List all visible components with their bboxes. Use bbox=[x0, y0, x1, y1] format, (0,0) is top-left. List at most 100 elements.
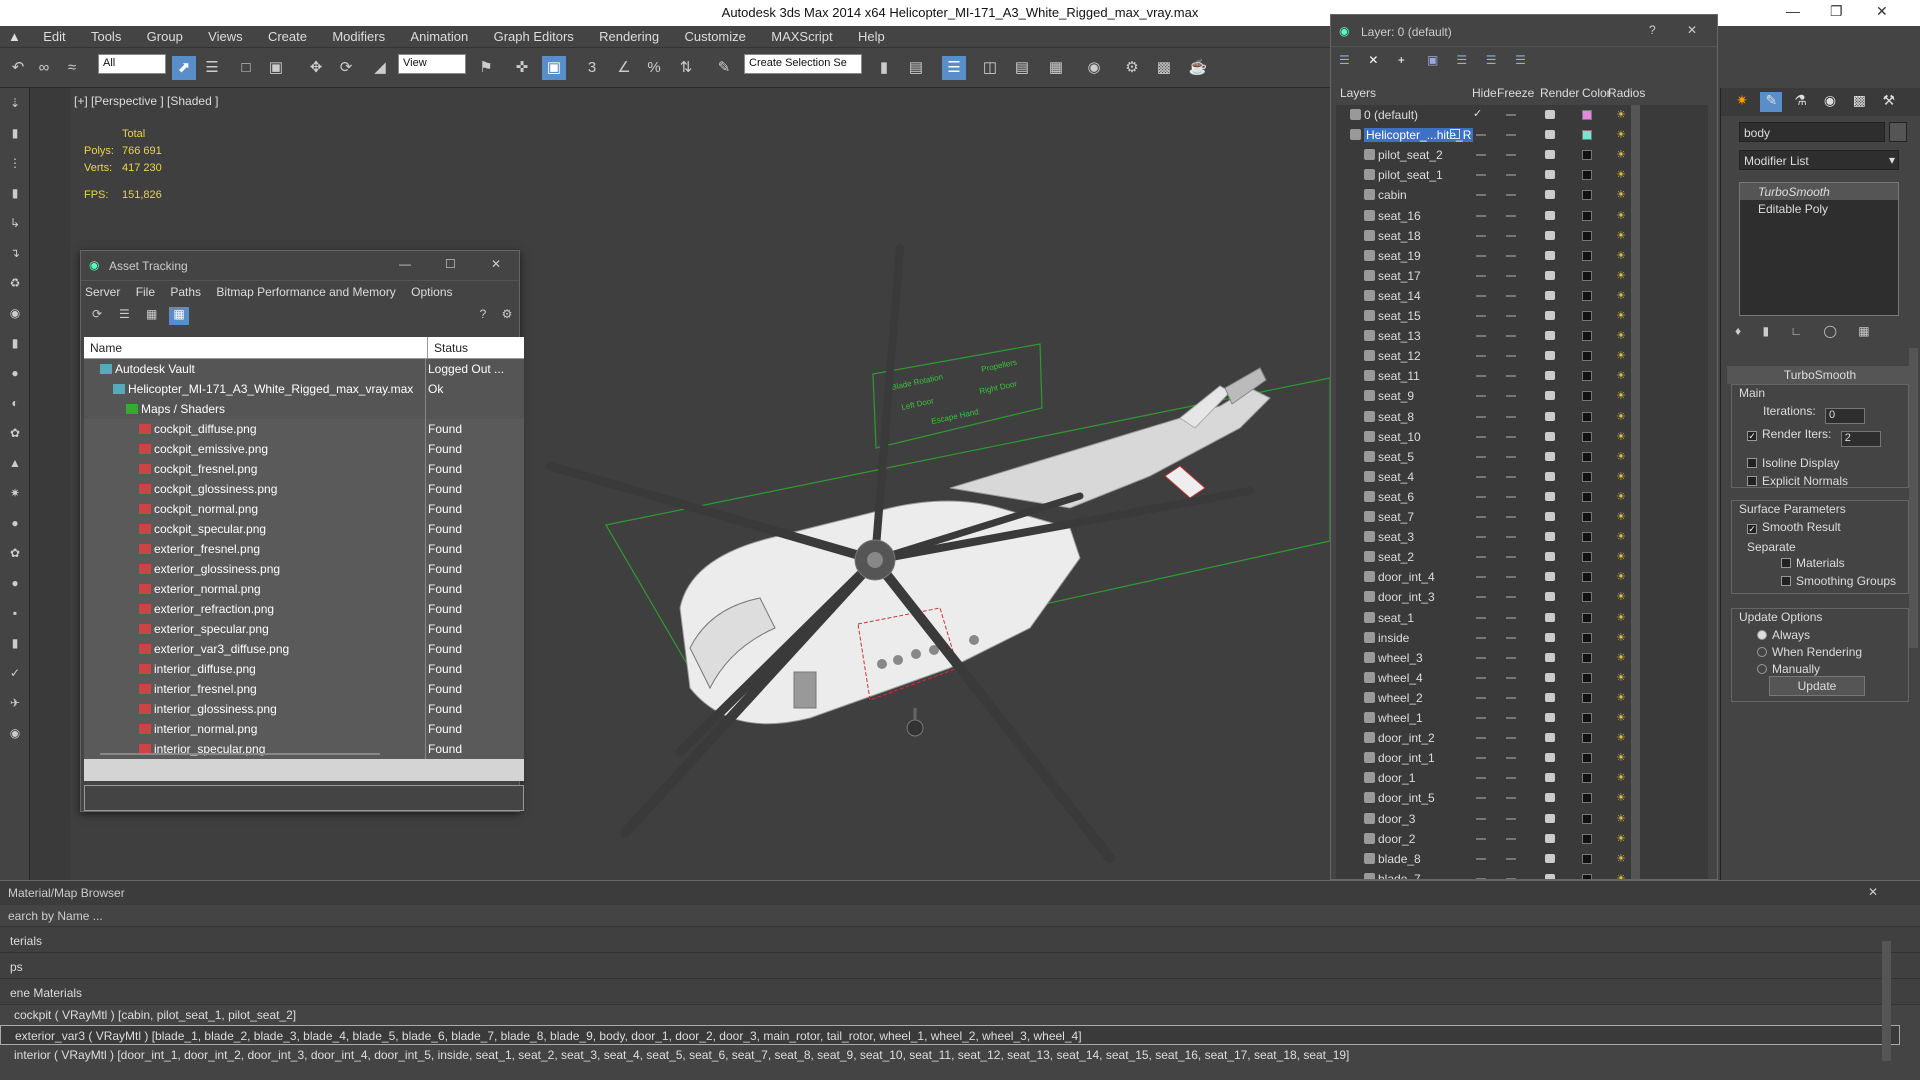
layer-row[interactable]: door_int_5 ☀ bbox=[1336, 788, 1708, 808]
stack-item-turbosmooth[interactable]: TurboSmooth bbox=[1740, 183, 1898, 200]
layer-color-swatch[interactable] bbox=[1582, 471, 1592, 482]
material-editor-icon[interactable]: ◉ bbox=[1082, 56, 1106, 80]
command-panel-scrollbar[interactable] bbox=[1909, 348, 1918, 648]
hide-column[interactable]: Hide bbox=[1472, 86, 1497, 100]
freeze-toggle[interactable] bbox=[1506, 837, 1516, 840]
radiosity-icon[interactable]: ☀ bbox=[1616, 168, 1630, 182]
named-selection-select[interactable]: Create Selection Se bbox=[744, 54, 862, 74]
stack-item-editable-poly[interactable]: Editable Poly bbox=[1740, 200, 1898, 217]
asset-close-button[interactable]: ✕ bbox=[491, 257, 501, 271]
radiosity-icon[interactable]: ☀ bbox=[1616, 570, 1630, 584]
layer-hide-all-icon[interactable]: ☰ bbox=[1486, 53, 1512, 67]
hide-toggle[interactable] bbox=[1476, 877, 1486, 879]
move-icon[interactable]: ✥ bbox=[304, 56, 328, 80]
edit-named-selection-icon[interactable]: ✎ bbox=[712, 56, 736, 80]
layer-color-swatch[interactable] bbox=[1582, 713, 1592, 723]
smooth-result-checkbox[interactable]: ✓ bbox=[1747, 524, 1757, 534]
layer-row[interactable]: seat_11 ☀ bbox=[1336, 366, 1708, 386]
freeze-column[interactable]: Freeze bbox=[1497, 86, 1534, 100]
asset-menu-options[interactable]: Options bbox=[411, 285, 452, 299]
layer-row[interactable]: seat_5 ☀ bbox=[1336, 447, 1708, 467]
asset-row[interactable]: Autodesk Vault Logged Out ... bbox=[84, 359, 524, 379]
render-teapot-icon[interactable] bbox=[1545, 250, 1555, 260]
layer-color-swatch[interactable] bbox=[1582, 210, 1592, 221]
tool-6-icon[interactable]: ↴ bbox=[5, 246, 25, 268]
freeze-toggle[interactable] bbox=[1506, 516, 1516, 518]
render-iters-checkbox[interactable]: ✓ bbox=[1747, 431, 1757, 441]
layer-row[interactable]: seat_12 ☀ bbox=[1336, 346, 1708, 366]
layer-manager-icon[interactable]: ☰ bbox=[942, 56, 966, 80]
radiosity-icon[interactable]: ☀ bbox=[1616, 751, 1630, 765]
radiosity-icon[interactable]: ☀ bbox=[1616, 671, 1630, 685]
freeze-toggle[interactable] bbox=[1506, 475, 1516, 478]
smoothing-groups-checkbox[interactable] bbox=[1781, 576, 1791, 586]
angle-snap-icon[interactable]: ∠ bbox=[612, 56, 636, 80]
graphite-icon[interactable]: ◫ bbox=[978, 56, 1002, 80]
menu-graph-editors[interactable]: Graph Editors bbox=[483, 26, 585, 47]
align-icon[interactable]: ▤ bbox=[904, 56, 928, 80]
layer-row[interactable]: seat_9 ☀ bbox=[1336, 386, 1708, 406]
asset-maximize-button[interactable]: ☐ bbox=[445, 257, 456, 271]
maximize-button[interactable]: ❐ bbox=[1830, 3, 1843, 20]
menu-edit[interactable]: Edit bbox=[32, 26, 76, 47]
layer-select-icon[interactable]: ▣ bbox=[1427, 53, 1453, 67]
reference-coord-select[interactable]: View bbox=[398, 54, 466, 74]
layer-color-swatch[interactable] bbox=[1582, 592, 1592, 603]
always-radio[interactable] bbox=[1757, 630, 1767, 640]
freeze-toggle[interactable] bbox=[1506, 134, 1516, 137]
render-teapot-icon[interactable] bbox=[1545, 532, 1555, 542]
layer-row[interactable]: seat_17 ☀ bbox=[1336, 266, 1708, 286]
render-teapot-icon[interactable] bbox=[1545, 351, 1555, 361]
hide-toggle[interactable] bbox=[1476, 274, 1486, 277]
layer-color-swatch[interactable] bbox=[1582, 431, 1592, 442]
asset-row[interactable]: interior_normal.png Found bbox=[84, 719, 524, 739]
layer-color-swatch[interactable] bbox=[1582, 853, 1592, 864]
tool-19-icon[interactable]: ▮ bbox=[5, 636, 25, 658]
hide-toggle[interactable] bbox=[1476, 294, 1486, 297]
freeze-toggle[interactable] bbox=[1506, 857, 1516, 860]
layer-row[interactable]: blade_8 ☀ bbox=[1336, 849, 1708, 869]
render-teapot-icon[interactable] bbox=[1545, 672, 1555, 682]
render-teapot-icon[interactable] bbox=[1545, 753, 1555, 763]
menu-help[interactable]: Help bbox=[847, 26, 896, 47]
layer-color-swatch[interactable] bbox=[1582, 632, 1592, 643]
hide-toggle[interactable] bbox=[1476, 737, 1486, 740]
render-teapot-icon[interactable] bbox=[1545, 130, 1555, 140]
tool-3-icon[interactable]: ⋮ bbox=[5, 156, 25, 178]
percent-snap-icon[interactable]: % bbox=[642, 56, 666, 80]
freeze-toggle[interactable] bbox=[1506, 294, 1516, 297]
curve-editor-icon[interactable]: ▤ bbox=[1010, 56, 1034, 80]
make-unique-icon[interactable]: ∟ bbox=[1790, 324, 1802, 338]
freeze-toggle[interactable] bbox=[1506, 737, 1516, 740]
layer-highlight-icon[interactable]: ☰ bbox=[1456, 53, 1482, 67]
menu-maxscript[interactable]: MAXScript bbox=[760, 26, 843, 47]
render-teapot-icon[interactable] bbox=[1545, 451, 1555, 461]
layers-column[interactable]: Layers bbox=[1340, 86, 1376, 100]
freeze-toggle[interactable] bbox=[1506, 375, 1516, 378]
asset-tracking-title-bar[interactable]: ◉ Asset Tracking — ☐ ✕ bbox=[81, 251, 519, 281]
hide-toggle[interactable] bbox=[1476, 717, 1486, 719]
radiosity-icon[interactable]: ☀ bbox=[1616, 309, 1630, 323]
freeze-toggle[interactable] bbox=[1506, 656, 1516, 659]
radiosity-icon[interactable]: ☀ bbox=[1616, 590, 1630, 604]
layer-row[interactable]: cabin ☀ bbox=[1336, 185, 1708, 205]
layer-row[interactable]: wheel_4 ☀ bbox=[1336, 668, 1708, 688]
asset-row[interactable]: exterior_normal.png Found bbox=[84, 579, 524, 599]
hide-toggle[interactable] bbox=[1476, 696, 1486, 699]
keyboard-shortcut-icon[interactable]: ▣ bbox=[542, 56, 566, 80]
radiosity-icon[interactable]: ☀ bbox=[1616, 410, 1630, 424]
hide-toggle[interactable] bbox=[1476, 375, 1486, 378]
freeze-toggle[interactable] bbox=[1506, 495, 1516, 498]
isoline-checkbox[interactable] bbox=[1747, 458, 1757, 468]
tool-11-icon[interactable]: ◐ bbox=[5, 396, 25, 418]
freeze-toggle[interactable] bbox=[1506, 214, 1516, 217]
tool-2-icon[interactable]: ▮ bbox=[5, 126, 25, 148]
unlink-icon[interactable]: ≈ bbox=[60, 56, 84, 80]
freeze-toggle[interactable] bbox=[1506, 596, 1516, 599]
render-teapot-icon[interactable] bbox=[1545, 170, 1555, 180]
radiosity-icon[interactable]: ☀ bbox=[1616, 349, 1630, 363]
layer-row[interactable]: seat_7 ☀ bbox=[1336, 507, 1708, 527]
hide-toggle[interactable] bbox=[1476, 596, 1486, 599]
radiosity-icon[interactable]: ☀ bbox=[1616, 430, 1630, 444]
render-teapot-icon[interactable] bbox=[1545, 391, 1555, 401]
